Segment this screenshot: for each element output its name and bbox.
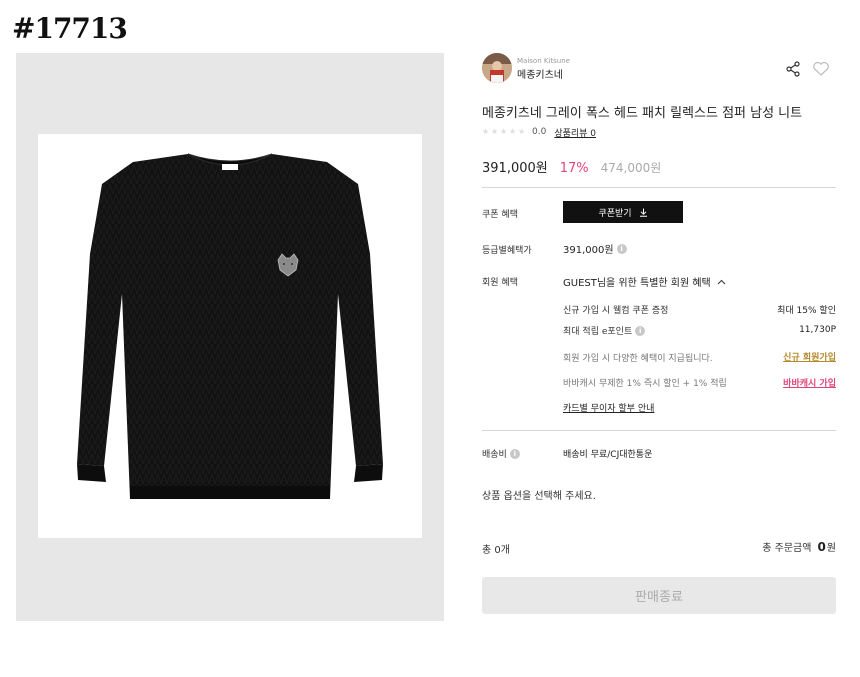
brand-row[interactable]: Maison Kitsune 메종키츠네: [482, 53, 836, 83]
soldout-button[interactable]: 판매종료: [482, 577, 836, 614]
heart-outline-icon[interactable]: [812, 61, 830, 77]
epoint-value: 11,730P: [799, 325, 836, 335]
rating-score: 0.0: [532, 127, 547, 137]
star-icon: ★: [509, 127, 517, 136]
share-icon[interactable]: [785, 61, 801, 77]
total-count: 총 0개: [482, 545, 510, 556]
brand-avatar[interactable]: [482, 53, 512, 83]
grade-price: 391,000원: [563, 245, 614, 256]
coupon-label: 쿠폰 혜택: [482, 210, 518, 220]
price-row: 391,000원 17% 474,000원: [482, 157, 661, 176]
shipping-value: 배송비 무료/CJ대한통운: [563, 450, 653, 460]
screenshot-tag: #17713: [12, 12, 128, 45]
original-price: 474,000원: [600, 161, 662, 175]
grade-price-row: 391,000원 i: [563, 241, 627, 256]
babacash-text: 바바캐시 무제한 1% 즉시 할인 + 1% 적립: [563, 379, 727, 389]
card-installment-link[interactable]: 카드별 무이자 할부 안내: [563, 401, 654, 414]
download-icon: [639, 208, 647, 217]
welcome-coupon-value: 최대 15% 할인: [777, 306, 836, 316]
rating-row: ★ ★ ★ ★ ★ 0.0 상품리뷰 0: [482, 126, 596, 139]
info-icon[interactable]: i: [635, 325, 646, 336]
discount-rate: 17%: [559, 161, 589, 176]
total-amount: 0: [817, 540, 826, 554]
coupon-button-label: 쿠폰받기: [598, 208, 632, 219]
brand-name-ko[interactable]: 메종키츠네: [517, 66, 563, 81]
epoint-text: 최대 적립 e포인트: [563, 327, 633, 337]
star-icon: ★: [491, 127, 499, 136]
rating-stars: ★ ★ ★ ★ ★: [482, 128, 526, 136]
star-icon: ★: [482, 127, 490, 136]
total-amount-row: 총 주문금액 0 원: [762, 539, 836, 554]
divider: [482, 187, 836, 188]
babacash-link[interactable]: 바바캐시 가입: [783, 376, 836, 389]
shipping-label-row: 배송비 i: [482, 447, 520, 460]
chevron-up-icon: [717, 279, 726, 284]
total-amount-unit: 원: [826, 543, 836, 554]
product-title: 메종키츠네 그레이 폭스 헤드 패치 릴렉스드 점퍼 남성 니트: [482, 106, 803, 121]
product-image: [38, 134, 422, 538]
review-link[interactable]: 상품리뷰 0: [554, 126, 596, 139]
coupon-download-button[interactable]: 쿠폰받기: [563, 201, 683, 223]
signup-benefit-text: 회원 가입 시 다양한 혜택이 지급됩니다.: [563, 354, 713, 364]
info-icon[interactable]: i: [616, 243, 627, 254]
epoint-row: 최대 적립 e포인트 i: [563, 324, 646, 337]
signup-link[interactable]: 신규 회원가입: [783, 350, 836, 363]
sweater-illustration: [77, 153, 383, 499]
brand-name-en: Maison Kitsune: [517, 57, 570, 65]
star-icon: ★: [500, 127, 508, 136]
star-icon: ★: [518, 127, 526, 136]
total-amount-label: 총 주문금액: [762, 543, 812, 554]
product-gallery[interactable]: [16, 53, 444, 621]
member-benefit-toggle[interactable]: GUEST님을 위한 특별한 회원 혜택: [563, 274, 726, 289]
divider: [482, 430, 836, 431]
sale-price: 391,000원: [482, 161, 548, 176]
shipping-label: 배송비: [482, 450, 507, 460]
option-prompt: 상품 옵션을 선택해 주세요.: [482, 491, 596, 502]
member-benefit-label: 회원 혜택: [482, 278, 518, 288]
welcome-coupon-text: 신규 가입 시 웰컴 쿠폰 증정: [563, 306, 669, 316]
member-benefit-header: GUEST님을 위한 특별한 회원 혜택: [563, 278, 711, 289]
grade-price-label: 등급별혜택가: [482, 246, 532, 256]
info-icon[interactable]: i: [509, 448, 520, 459]
